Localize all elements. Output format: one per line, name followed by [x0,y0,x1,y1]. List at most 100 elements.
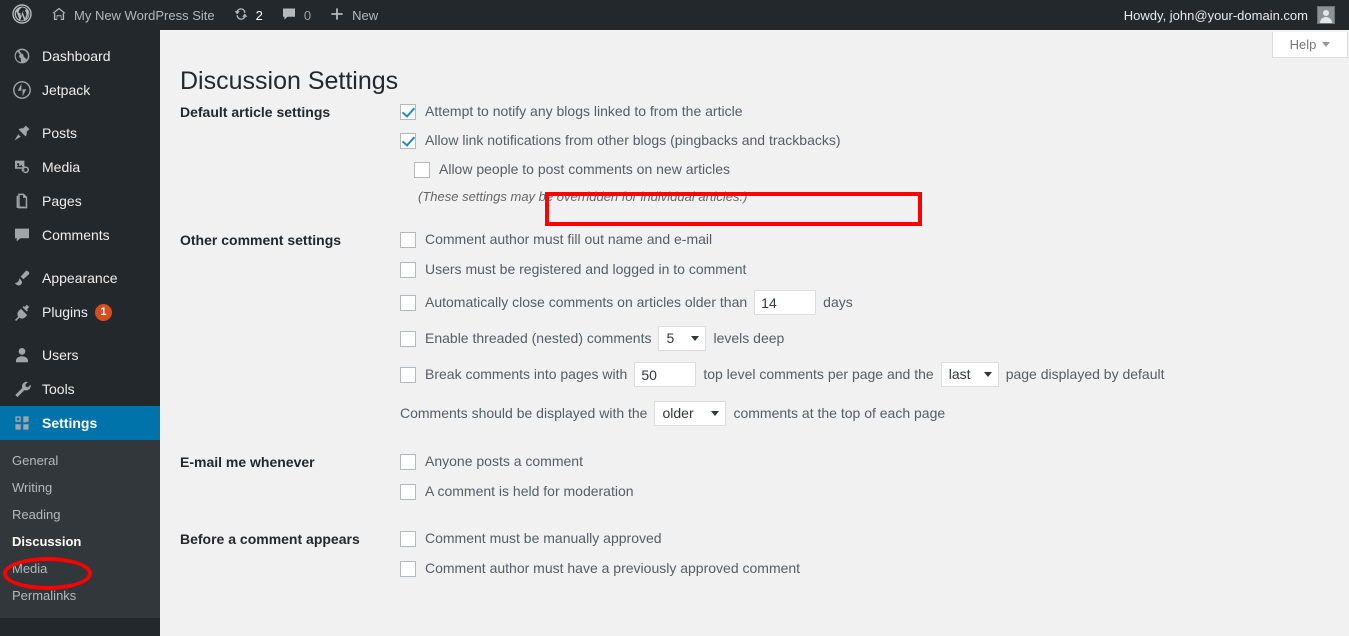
default-article-note: (These settings may be overridden for in… [418,189,748,204]
submenu-item-label: Permalinks [12,588,77,603]
checkbox-auto-close-comments[interactable] [400,294,416,311]
media-icon [12,157,32,177]
section-label-before-comment-appears: Before a comment appears [180,531,360,547]
threaded-text-before[interactable]: Enable threaded (nested) comments [425,329,651,348]
option-label[interactable]: Users must be registered and logged in t… [425,260,746,279]
main-content: Help Discussion Settings Default article… [160,30,1349,636]
select-thread-depth[interactable]: 5 [658,326,707,351]
sidebar-item-label: Tools [42,381,75,397]
option-label[interactable]: Comment author must have a previously ap… [425,559,800,578]
section-default-article: Default article settings Attempt to noti… [160,102,1349,206]
chevron-down-icon [711,411,720,416]
submenu-item-media[interactable]: Media [0,555,160,582]
site-name-button[interactable]: My New WordPress Site [42,0,224,30]
option-label[interactable]: Comment must be manually approved [425,529,662,548]
auto-close-text-before[interactable]: Automatically close comments on articles… [425,293,747,312]
sidebar-item-label: Jetpack [42,82,91,98]
sidebar-item-pages[interactable]: Pages [0,184,160,218]
sidebar-item-label: Posts [42,125,78,141]
checkbox-email-anyone-posts[interactable] [400,453,416,470]
updates-icon [233,6,249,25]
submenu-item-label: Writing [12,480,53,495]
submenu-item-permalinks[interactable]: Permalinks [0,582,160,609]
section-other-comment: Other comment settings Comment author mu… [160,230,1349,426]
plug-icon [12,302,32,322]
threaded-text-after: levels deep [713,330,785,346]
submenu-item-label: Media [12,561,48,576]
checkbox-previously-approved[interactable] [400,560,416,577]
sidebar-item-label: Dashboard [42,48,111,64]
sidebar-item-plugins[interactable]: Plugins 1 [0,295,160,329]
option-label[interactable]: Allow link notifications from other blog… [425,131,841,150]
settings-sliders-icon [12,413,32,433]
option-row: Comment author must fill out name and e-… [400,230,1349,249]
dashboard-gauge-icon [12,46,32,66]
help-tab-button[interactable]: Help [1272,32,1348,58]
section-body-default-article: Attempt to notify any blogs linked to fr… [380,102,1349,206]
checkbox-manual-approval[interactable] [400,530,416,547]
auto-close-days-input[interactable] [754,290,817,315]
checkbox-require-name-email[interactable] [400,231,416,248]
select-default-comments-page-value: last [948,366,971,382]
comments-button[interactable]: 0 [272,0,320,30]
submenu-item-discussion[interactable]: Discussion [0,528,160,555]
sidebar-item-dashboard[interactable]: Dashboard [0,39,160,73]
option-row: A comment is held for moderation [400,482,1349,501]
option-label[interactable]: Comment author must fill out name and e-… [425,230,712,249]
sidebar-item-settings[interactable]: Settings [0,406,168,440]
new-content-button[interactable]: New [320,0,387,30]
option-row: Comment author must have a previously ap… [400,559,1349,578]
howdy-label[interactable]: Howdy, john@your-domain.com [1124,8,1308,23]
sidebar-item-label: Users [42,347,79,363]
checkbox-allow-comments[interactable] [414,161,430,178]
order-text-before: Comments should be displayed with the [400,405,648,421]
submenu-item-reading[interactable]: Reading [0,501,160,528]
sidebar-item-comments[interactable]: Comments [0,218,160,252]
option-label[interactable]: A comment is held for moderation [425,482,634,501]
wordpress-logo-button[interactable] [0,0,42,30]
select-default-comments-page[interactable]: last [940,362,999,387]
submenu-item-writing[interactable]: Writing [0,474,160,501]
sidebar-item-users[interactable]: Users [0,338,160,372]
jetpack-icon [12,80,32,100]
updates-count: 2 [255,7,263,23]
order-text-after: comments at the top of each page [733,405,946,421]
sidebar-item-jetpack[interactable]: Jetpack [0,73,160,107]
sidebar-item-label: Media [42,159,81,175]
sidebar-item-appearance[interactable]: Appearance [0,261,160,295]
paging-text-before[interactable]: Break comments into pages with [425,365,627,384]
user-avatar-icon[interactable] [1317,6,1335,24]
checkbox-page-comments[interactable] [400,366,416,383]
plus-icon [329,6,345,25]
new-content-label: New [352,7,379,23]
menu-separator [0,329,160,338]
checkbox-threaded-comments[interactable] [400,330,416,347]
checkbox-email-held-moderation[interactable] [400,483,416,500]
checkbox-require-registration[interactable] [400,261,416,278]
menu-separator [0,252,160,261]
select-comment-order[interactable]: older [654,401,727,426]
sidebar-item-tools[interactable]: Tools [0,372,160,406]
section-body-before-comment-appears: Comment must be manually approved Commen… [380,529,1349,578]
select-thread-depth-value: 5 [666,330,675,346]
sidebar-item-label: Plugins [42,304,88,320]
chevron-down-icon [691,336,700,341]
checkbox-allow-pingbacks[interactable] [400,132,416,149]
sidebar-item-media[interactable]: Media [0,150,160,184]
section-body-other-comment: Comment author must fill out name and e-… [380,230,1349,426]
updates-button[interactable]: 2 [224,0,272,30]
checkbox-notify-blogs[interactable] [400,103,416,120]
auto-close-text-after: days [823,294,853,310]
option-label[interactable]: Attempt to notify any blogs linked to fr… [425,102,743,121]
sidebar-item-posts[interactable]: Posts [0,116,160,150]
option-label[interactable]: Allow people to post comments on new art… [439,160,730,179]
paging-text-after: page displayed by default [1005,366,1165,382]
option-row-threaded: Enable threaded (nested) comments 5 leve… [400,326,1349,351]
comments-per-page-input[interactable] [634,362,697,387]
option-label[interactable]: Anyone posts a comment [425,452,583,471]
menu-top-gap [0,30,160,39]
sidebar-item-label: Settings [42,415,98,431]
home-icon [51,6,67,25]
help-label: Help [1289,37,1317,52]
submenu-item-general[interactable]: General [0,447,160,474]
